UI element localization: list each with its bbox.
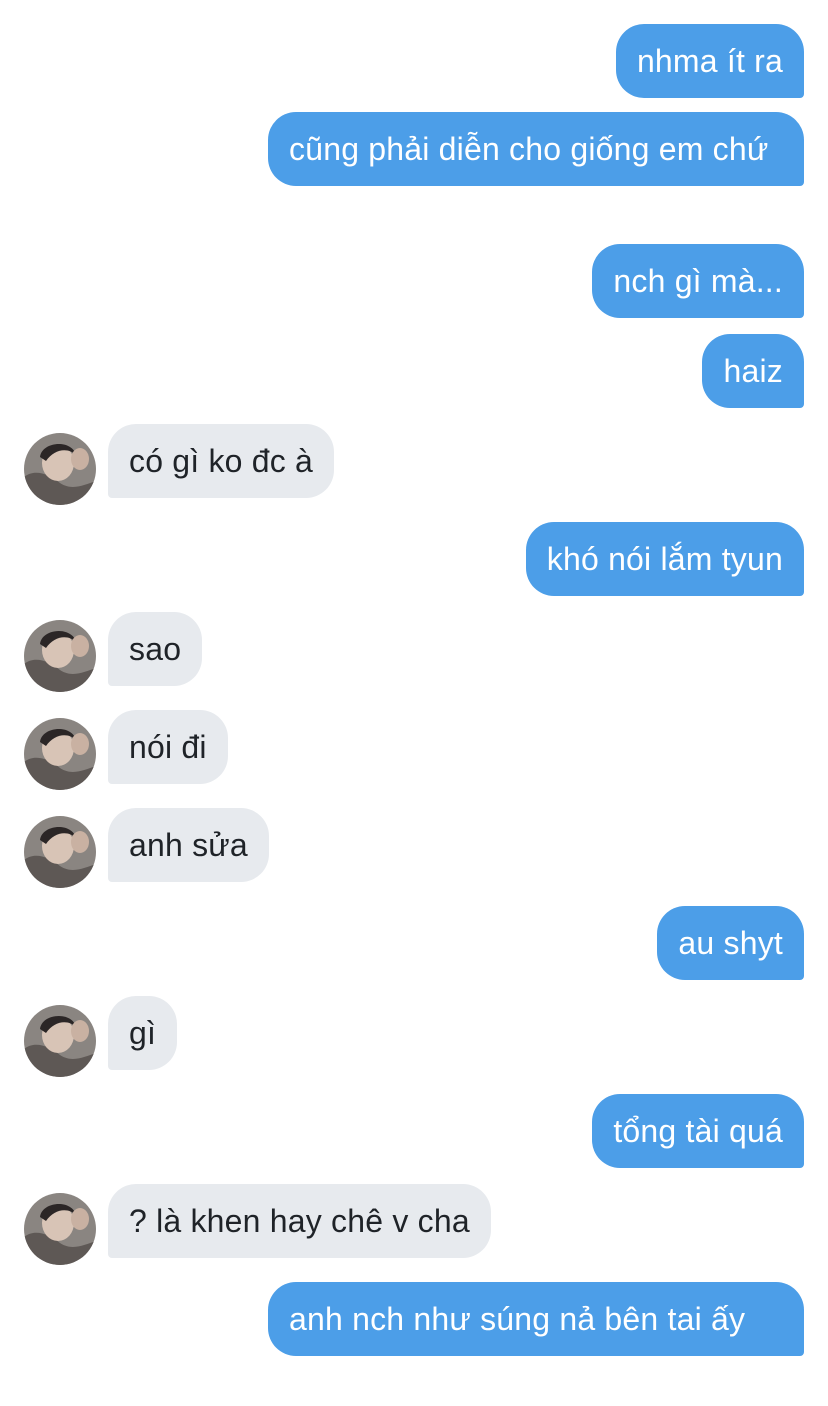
contact-avatar[interactable]	[24, 620, 96, 692]
message-bubble-outgoing[interactable]: au shyt	[657, 906, 804, 980]
message-text: ? là khen hay chê v cha	[129, 1203, 470, 1239]
message-text: có gì ko đc à	[129, 443, 314, 479]
message-text: cũng phải diễn cho giống em chứ	[289, 131, 769, 167]
avatar-photo-icon	[24, 816, 96, 888]
contact-avatar[interactable]	[24, 1193, 96, 1265]
message-bubble-outgoing[interactable]: nhma ít ra	[615, 24, 804, 98]
contact-avatar[interactable]	[24, 816, 96, 888]
contact-avatar[interactable]	[24, 718, 96, 790]
message-bubble-incoming[interactable]: anh sửa	[108, 808, 269, 882]
avatar-photo-icon	[24, 1005, 96, 1077]
message-text: au shyt	[678, 925, 783, 961]
contact-avatar[interactable]	[24, 1005, 96, 1077]
conversation-thread: nhma ít ra cũng phải diễn cho giống em c…	[0, 0, 828, 1406]
message-bubble-outgoing[interactable]: haiz	[702, 334, 804, 408]
message-bubble-outgoing[interactable]: khó nói lắm tyun	[525, 522, 804, 596]
message-text: sao	[129, 631, 182, 667]
avatar-photo-icon	[24, 1193, 96, 1265]
message-bubble-incoming[interactable]: ? là khen hay chê v cha	[108, 1184, 491, 1258]
message-bubble-incoming[interactable]: nói đi	[108, 710, 228, 784]
avatar-photo-icon	[24, 718, 96, 790]
message-text: nói đi	[129, 729, 207, 765]
message-text: tổng tài quá	[613, 1113, 783, 1149]
message-bubble-outgoing[interactable]: tổng tài quá	[592, 1094, 804, 1168]
message-text: gì	[129, 1015, 157, 1051]
message-text: haiz	[723, 353, 783, 389]
message-text: nch gì mà...	[613, 263, 783, 299]
message-bubble-outgoing[interactable]: anh nch như súng nả bên tai ấy	[268, 1282, 804, 1356]
message-bubble-incoming[interactable]: gì	[108, 996, 178, 1070]
message-bubble-incoming[interactable]: sao	[108, 612, 203, 686]
message-bubble-incoming[interactable]: có gì ko đc à	[108, 424, 335, 498]
avatar-photo-icon	[24, 433, 96, 505]
message-text: anh nch như súng nả bên tai ấy	[289, 1301, 746, 1337]
message-bubble-outgoing[interactable]: nch gì mà...	[592, 244, 804, 318]
message-text: anh sửa	[129, 827, 248, 863]
avatar-photo-icon	[24, 620, 96, 692]
message-text: khó nói lắm tyun	[546, 541, 783, 577]
contact-avatar[interactable]	[24, 433, 96, 505]
message-text: nhma ít ra	[636, 43, 783, 79]
message-bubble-outgoing[interactable]: cũng phải diễn cho giống em chứ	[268, 112, 804, 186]
